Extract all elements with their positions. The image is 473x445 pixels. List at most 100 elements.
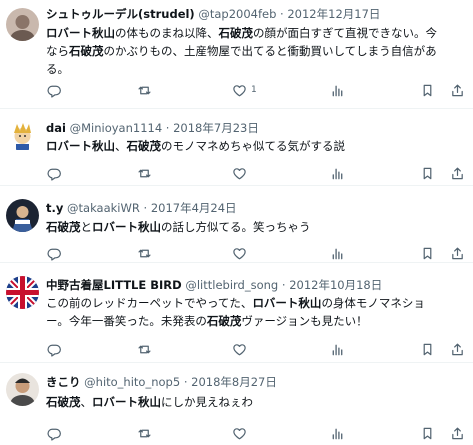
tweet[interactable]: t.y @takaakiWR · 2017年4月24日 石破茂とロバート秋山の話… — [0, 186, 473, 263]
tweet-header: 中野古着屋LITTLE BIRD @littlebird_song · 2012… — [46, 278, 469, 293]
avatar[interactable] — [6, 373, 39, 406]
avatar[interactable] — [6, 199, 39, 232]
user-handle[interactable]: @Minioyan1114 — [70, 121, 163, 135]
display-name[interactable]: きこり — [46, 375, 81, 389]
views-button[interactable] — [330, 165, 345, 181]
tweet-date[interactable]: 2012年12月17日 — [287, 7, 380, 21]
tweet-header: シュトゥルーデル(strudel) @tap2004feb · 2012年12月… — [46, 7, 469, 22]
tweet-text-segment: にしか見えねぇわ — [161, 395, 253, 409]
bookmark-button[interactable] — [420, 425, 435, 441]
tweet-text-segment: ー。今年一番笑った。未発表の — [46, 314, 207, 328]
views-button[interactable] — [330, 425, 345, 441]
share-button[interactable] — [450, 341, 465, 357]
tweet[interactable]: dai @Minioyan1114 · 2018年7月23日 ロバート秋山、石破… — [0, 109, 473, 186]
tweet-text: ロバート秋山の体ものまね以降、石破茂の顔が面白すぎて直視できない。今 なら石破茂の… — [46, 24, 467, 78]
tweet[interactable]: シュトゥルーデル(strudel) @tap2004feb · 2012年12月… — [0, 0, 473, 109]
share-button[interactable] — [450, 165, 465, 181]
share-button[interactable] — [450, 82, 465, 98]
retweet-button[interactable] — [137, 245, 152, 261]
tweet-header: t.y @takaakiWR · 2017年4月24日 — [46, 201, 469, 216]
user-handle[interactable]: @hito_hito_nop5 — [84, 375, 180, 389]
avatar-image — [6, 373, 39, 406]
reply-button[interactable] — [46, 82, 61, 98]
tweet-date[interactable]: 2017年4月24日 — [151, 201, 237, 215]
bookmark-button[interactable] — [420, 82, 435, 98]
reply-icon — [47, 248, 61, 261]
views-button[interactable] — [330, 245, 345, 261]
like-button[interactable] — [232, 165, 251, 181]
bookmark-icon — [423, 427, 432, 439]
highlighted-keyword: 石破茂 — [218, 26, 254, 40]
share-icon — [452, 84, 463, 96]
retweet-button[interactable] — [137, 341, 152, 357]
share-button[interactable] — [450, 245, 465, 261]
bookmark-button[interactable] — [420, 341, 435, 357]
tweet-actions — [0, 341, 473, 357]
display-name[interactable]: dai — [46, 121, 66, 135]
tweet-date[interactable]: 2012年10月18日 — [289, 278, 382, 292]
tweet-text-segment: この前のレッドカーペットでやってた、 — [46, 296, 253, 310]
tweet-date[interactable]: 2018年8月27日 — [191, 375, 277, 389]
bookmark-icon — [423, 84, 432, 96]
tweet-text-segment: なら — [46, 44, 69, 58]
views-icon — [332, 428, 343, 439]
tweet-text-segment: る。 — [46, 62, 69, 76]
tweet-text-segment: の話し方似てる。笑っちゃう — [161, 220, 311, 234]
like-button[interactable] — [232, 341, 251, 357]
tweet-text: 石破茂、ロバート秋山にしか見えねぇわ — [46, 393, 467, 411]
reply-button[interactable] — [46, 245, 61, 261]
bookmark-icon — [423, 343, 432, 355]
views-icon — [332, 344, 343, 355]
tweet-text-segment: ヴァージョンも見たい！ — [241, 314, 368, 328]
separator: · — [280, 7, 284, 21]
retweet-button[interactable] — [137, 425, 152, 441]
views-button[interactable] — [330, 82, 345, 98]
display-name[interactable]: t.y — [46, 201, 63, 215]
retweet-button[interactable] — [137, 82, 152, 98]
views-button[interactable] — [330, 341, 345, 357]
tweet-actions — [0, 425, 473, 441]
reply-icon — [47, 344, 61, 357]
display-name[interactable]: シュトゥルーデル(strudel) — [46, 7, 195, 21]
user-handle[interactable]: @tap2004feb — [198, 7, 276, 21]
tweet[interactable]: 中野古着屋LITTLE BIRD @littlebird_song · 2012… — [0, 263, 473, 363]
like-count: 1 — [251, 85, 257, 95]
user-handle[interactable]: @littlebird_song — [185, 278, 278, 292]
highlighted-keyword: ロバート秋山 — [252, 296, 322, 310]
separator: · — [281, 278, 286, 292]
retweet-icon — [138, 249, 151, 257]
bookmark-icon — [423, 167, 432, 179]
tweet[interactable]: きこり @hito_hito_nop5 · 2018年8月27日 石破茂、ロバー… — [0, 363, 473, 445]
reply-button[interactable] — [46, 425, 61, 441]
retweet-icon — [138, 429, 151, 437]
tweet-actions — [0, 245, 473, 261]
tweet-text-segment: の身体モノマネショ — [321, 296, 425, 310]
highlighted-keyword: 石破茂 — [126, 139, 162, 153]
separator: · — [183, 375, 188, 389]
tweet-actions — [0, 165, 473, 181]
user-handle[interactable]: @takaakiWR — [67, 201, 140, 215]
tweet-feed: シュトゥルーデル(strudel) @tap2004feb · 2012年12月… — [0, 0, 473, 445]
like-button[interactable]: 1 — [232, 82, 257, 98]
reply-button[interactable] — [46, 341, 61, 357]
reply-icon — [47, 168, 61, 181]
retweet-button[interactable] — [137, 165, 152, 181]
display-name[interactable]: 中野古着屋LITTLE BIRD — [46, 278, 182, 292]
avatar[interactable] — [6, 8, 39, 41]
separator: · — [143, 201, 148, 215]
avatar[interactable] — [6, 276, 39, 309]
reply-button[interactable] — [46, 165, 61, 181]
tweet-date[interactable]: 2018年7月23日 — [173, 121, 259, 135]
like-button[interactable] — [232, 425, 251, 441]
share-button[interactable] — [450, 425, 465, 441]
like-button[interactable] — [232, 245, 251, 261]
bookmark-button[interactable] — [420, 165, 435, 181]
avatar[interactable] — [6, 118, 39, 151]
heart-icon — [233, 167, 246, 179]
heart-icon — [233, 427, 246, 439]
bookmark-icon — [423, 247, 432, 259]
bookmark-button[interactable] — [420, 245, 435, 261]
highlighted-keyword: ロバート秋山 — [92, 220, 161, 234]
tweet-text: この前のレッドカーペットでやってた、ロバート秋山の身体モノマネショー。今年一番笑… — [46, 294, 467, 330]
avatar-image — [6, 276, 39, 309]
